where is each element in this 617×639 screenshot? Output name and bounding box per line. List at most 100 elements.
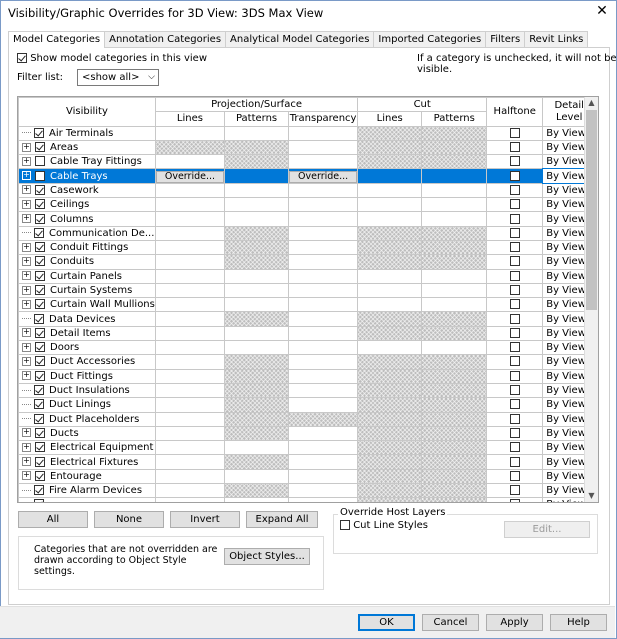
category-cell[interactable]: Air Terminals bbox=[18, 125, 156, 141]
object-styles-button[interactable]: Object Styles... bbox=[224, 548, 310, 565]
table-row[interactable]: + Ducts By View bbox=[18, 425, 597, 442]
table-row[interactable]: Data Devices By View bbox=[18, 311, 597, 327]
halftone-cell[interactable] bbox=[486, 168, 544, 184]
category-checkbox[interactable] bbox=[35, 470, 45, 481]
halftone-cell[interactable] bbox=[486, 497, 544, 502]
cut-lines-cell[interactable] bbox=[357, 211, 423, 227]
proj-patterns-cell[interactable] bbox=[224, 311, 290, 327]
proj-lines-cell[interactable] bbox=[154, 282, 226, 299]
expand-icon[interactable]: + bbox=[22, 371, 31, 381]
cut-lines-cell[interactable] bbox=[357, 440, 423, 456]
proj-lines-cell[interactable] bbox=[154, 225, 226, 241]
halftone-cell[interactable] bbox=[486, 368, 544, 384]
cut-lines-cell[interactable] bbox=[357, 297, 423, 313]
cut-lines-cell[interactable] bbox=[357, 154, 423, 170]
category-checkbox[interactable] bbox=[35, 242, 45, 253]
cut-patterns-cell[interactable] bbox=[421, 454, 488, 470]
transparency-cell[interactable] bbox=[288, 239, 359, 256]
proj-lines-cell[interactable] bbox=[154, 197, 226, 213]
category-cell[interactable]: + Curtain Wall Mullions bbox=[18, 297, 156, 313]
proj-patterns-cell[interactable] bbox=[224, 325, 290, 342]
cut-patterns-cell[interactable] bbox=[421, 197, 488, 213]
cut-lines-cell[interactable] bbox=[357, 225, 423, 241]
category-cell[interactable]: + Electrical Equipment bbox=[18, 440, 156, 456]
category-checkbox[interactable] bbox=[35, 156, 45, 167]
proj-patterns-cell[interactable] bbox=[224, 282, 290, 299]
expand-icon[interactable]: + bbox=[22, 156, 31, 166]
category-checkbox[interactable] bbox=[35, 427, 45, 438]
proj-lines-cell[interactable] bbox=[154, 311, 226, 327]
table-row[interactable]: + Ceilings By View bbox=[18, 197, 597, 213]
proj-lines-cell[interactable] bbox=[154, 297, 226, 313]
expand-icon[interactable]: + bbox=[22, 471, 31, 481]
halftone-checkbox[interactable] bbox=[509, 470, 520, 481]
cut-lines-cell[interactable] bbox=[357, 468, 423, 485]
cut-patterns-cell[interactable] bbox=[421, 154, 488, 170]
category-grid[interactable]: Visibility Projection/Surface Cut Halfto… bbox=[17, 96, 599, 503]
show-model-checkbox[interactable] bbox=[17, 53, 27, 63]
category-cell[interactable]: Fire Alarm Devices bbox=[18, 483, 156, 499]
proj-lines-cell[interactable] bbox=[154, 182, 226, 199]
transparency-cell[interactable] bbox=[288, 411, 359, 427]
transparency-cell[interactable] bbox=[288, 182, 359, 199]
category-cell[interactable]: + Doors bbox=[18, 340, 156, 356]
transparency-cell[interactable] bbox=[288, 440, 359, 456]
halftone-cell[interactable] bbox=[486, 483, 544, 499]
transparency-cell[interactable] bbox=[288, 225, 359, 241]
cut-lines-cell[interactable] bbox=[357, 497, 423, 502]
cut-lines-cell[interactable] bbox=[357, 411, 423, 427]
expand-icon[interactable]: + bbox=[22, 171, 31, 181]
cut-lines-cell[interactable] bbox=[357, 325, 423, 342]
expand-icon[interactable]: + bbox=[22, 285, 31, 295]
table-row[interactable]: Duct Linings By View bbox=[18, 397, 597, 413]
halftone-cell[interactable] bbox=[486, 382, 544, 399]
category-cell[interactable]: + Areas bbox=[18, 139, 156, 156]
halftone-checkbox[interactable] bbox=[509, 170, 520, 181]
proj-patterns-cell[interactable] bbox=[224, 154, 290, 170]
halftone-checkbox[interactable] bbox=[509, 456, 520, 467]
halftone-checkbox[interactable] bbox=[509, 256, 520, 267]
cut-lines-cell[interactable] bbox=[357, 425, 423, 442]
proj-patterns-cell[interactable] bbox=[224, 197, 290, 213]
proj-lines-cell[interactable] bbox=[154, 454, 226, 470]
proj-lines-cell[interactable] bbox=[154, 211, 226, 227]
expand-icon[interactable]: + bbox=[22, 271, 31, 281]
proj-patterns-cell[interactable] bbox=[224, 368, 290, 384]
cut-line-styles-row[interactable]: Cut Line Styles bbox=[340, 520, 428, 531]
proj-lines-cell[interactable] bbox=[154, 354, 226, 370]
halftone-checkbox[interactable] bbox=[509, 299, 520, 310]
cut-lines-cell[interactable] bbox=[357, 182, 423, 199]
ok-button[interactable]: OK bbox=[358, 614, 415, 631]
category-cell[interactable]: + Detail Items bbox=[18, 325, 156, 342]
tab-model-categories[interactable]: Model Categories bbox=[8, 31, 106, 48]
proj-lines-cell[interactable] bbox=[154, 382, 226, 399]
proj-lines-cell[interactable] bbox=[154, 340, 226, 356]
category-cell[interactable]: + Cable Trays bbox=[18, 168, 156, 184]
proj-patterns-cell[interactable] bbox=[224, 254, 290, 270]
cut-patterns-cell[interactable] bbox=[421, 282, 488, 299]
table-row[interactable]: Duct Placeholders By View bbox=[18, 411, 597, 427]
transparency-cell[interactable] bbox=[288, 468, 359, 485]
transparency-cell[interactable] bbox=[288, 311, 359, 327]
category-cell[interactable]: + Columns bbox=[18, 211, 156, 227]
table-row[interactable]: + Doors By View bbox=[18, 340, 597, 356]
category-checkbox[interactable] bbox=[35, 342, 45, 353]
category-checkbox[interactable] bbox=[34, 313, 44, 324]
halftone-checkbox[interactable] bbox=[509, 499, 520, 502]
cut-lines-cell[interactable] bbox=[357, 282, 423, 299]
transparency-cell[interactable] bbox=[288, 497, 359, 502]
cut-patterns-cell[interactable] bbox=[421, 468, 488, 485]
transparency-cell[interactable] bbox=[288, 354, 359, 370]
proj-patterns-cell[interactable] bbox=[224, 425, 290, 442]
proj-lines-cell[interactable] bbox=[154, 154, 226, 170]
invert-button[interactable]: Invert bbox=[170, 511, 240, 528]
category-checkbox[interactable] bbox=[34, 413, 44, 424]
cut-patterns-cell[interactable] bbox=[421, 483, 488, 499]
proj-patterns-cell[interactable] bbox=[224, 168, 290, 184]
cancel-button[interactable]: Cancel bbox=[422, 614, 479, 631]
proj-patterns-cell[interactable] bbox=[224, 268, 290, 284]
cut-lines-cell[interactable] bbox=[357, 340, 423, 356]
transparency-cell[interactable] bbox=[288, 397, 359, 413]
halftone-cell[interactable] bbox=[486, 125, 544, 141]
tab-revit-links[interactable]: Revit Links bbox=[524, 31, 589, 47]
